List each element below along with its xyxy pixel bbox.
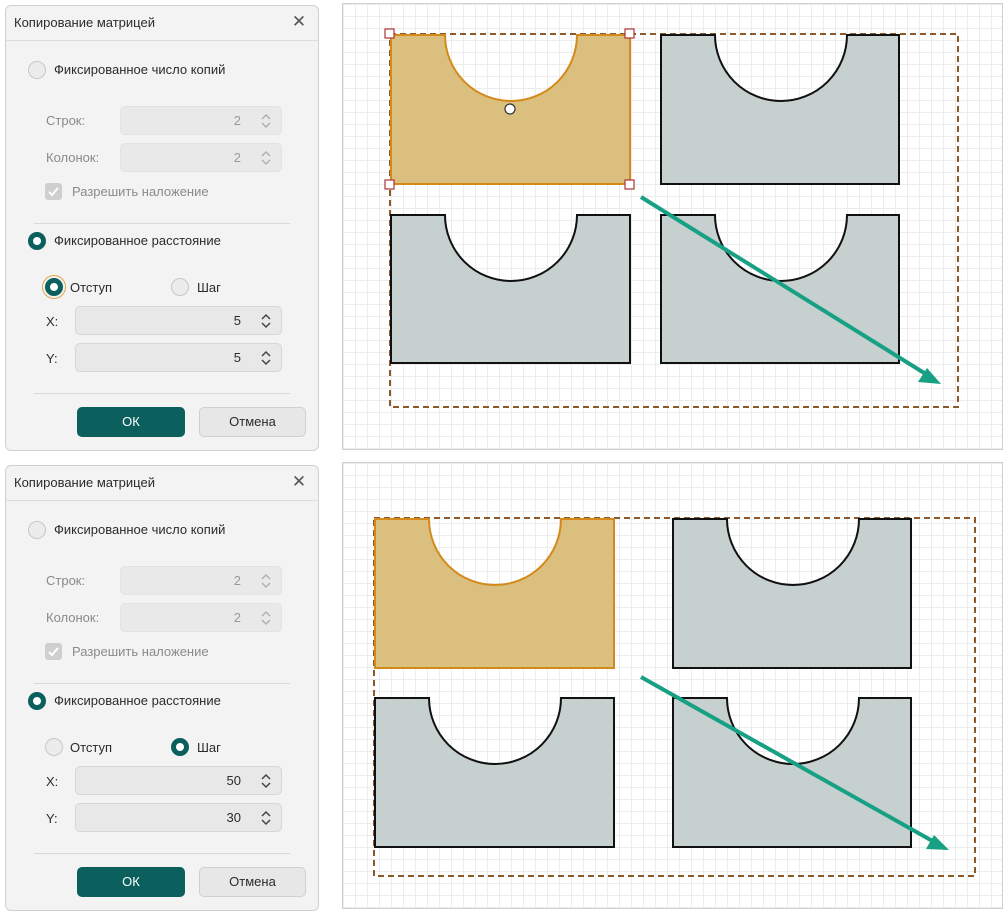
spinner-updown-icon[interactable] [259, 311, 273, 331]
separator [34, 683, 290, 684]
checkmark-icon [48, 187, 59, 197]
radio-offset[interactable] [45, 738, 63, 756]
dialog-title: Копирование матрицей [14, 15, 155, 30]
spinner-updown-icon [259, 608, 273, 628]
cancel-button[interactable]: Отмена [199, 407, 306, 437]
y-field[interactable]: 30 [75, 803, 282, 832]
selection-handle [624, 28, 635, 39]
fixed-distance-label: Фиксированное расстояние [54, 233, 221, 248]
x-value: 5 [233, 313, 241, 328]
spinner-updown-icon[interactable] [259, 808, 273, 828]
copy-shape [672, 697, 912, 848]
copy-shape [374, 697, 615, 848]
y-value: 5 [233, 350, 241, 365]
x-field[interactable]: 5 [75, 306, 282, 335]
selection-handle [384, 28, 395, 39]
cols-field: 2 [120, 603, 282, 632]
x-label: X: [46, 774, 59, 789]
allow-overlap-checkbox [45, 183, 62, 200]
rows-value: 2 [233, 113, 241, 128]
dialog-titlebar: Копирование матрицей ✕ [6, 6, 318, 41]
allow-overlap-checkbox [45, 643, 62, 660]
close-icon[interactable]: ✕ [289, 472, 309, 492]
offset-label: Отступ [70, 280, 113, 295]
rows-label: Строк: [46, 573, 86, 588]
cols-value: 2 [233, 150, 241, 165]
separator [34, 393, 290, 394]
radio-fixed-distance[interactable] [28, 692, 46, 710]
cols-label: Колонок: [46, 610, 100, 625]
matrix-copy-dialog-step: Копирование матрицей ✕ Фиксированное чис… [5, 465, 319, 911]
x-value: 50 [226, 773, 241, 788]
radio-step[interactable] [171, 278, 189, 296]
spinner-updown-icon [259, 111, 273, 131]
radio-fixed-copies[interactable] [28, 521, 46, 539]
checkmark-icon [48, 647, 59, 657]
y-label: Y: [46, 811, 58, 826]
copy-shape [660, 34, 900, 185]
y-label: Y: [46, 351, 58, 366]
rows-field: 2 [120, 106, 282, 135]
selection-handle [624, 179, 635, 190]
radio-fixed-copies[interactable] [28, 61, 46, 79]
spinner-updown-icon [259, 571, 273, 591]
matrix-copy-dialog-offset: Копирование матрицей ✕ Фиксированное чис… [5, 5, 319, 451]
dialog-title: Копирование матрицей [14, 475, 155, 490]
offset-label: Отступ [70, 740, 113, 755]
drawing-canvas-offset[interactable] [342, 3, 1003, 450]
x-field[interactable]: 50 [75, 766, 282, 795]
ok-button[interactable]: ОК [77, 407, 185, 437]
cols-field: 2 [120, 143, 282, 172]
copy-shape [390, 214, 631, 364]
rotation-handle [504, 103, 516, 115]
cols-label: Колонок: [46, 150, 100, 165]
radio-fixed-distance[interactable] [28, 232, 46, 250]
radio-step[interactable] [171, 738, 189, 756]
separator [34, 223, 290, 224]
separator [34, 853, 290, 854]
dialog-titlebar: Копирование матрицей ✕ [6, 466, 318, 501]
y-field[interactable]: 5 [75, 343, 282, 372]
selected-shape [374, 518, 615, 669]
y-value: 30 [226, 810, 241, 825]
fixed-copies-label: Фиксированное число копий [54, 522, 226, 537]
cancel-button[interactable]: Отмена [199, 867, 306, 897]
rows-field: 2 [120, 566, 282, 595]
copy-shape [672, 518, 912, 669]
selection-handle [384, 179, 395, 190]
copy-shape [660, 214, 900, 364]
cols-value: 2 [233, 610, 241, 625]
drawing-canvas-step[interactable] [342, 462, 1003, 909]
rows-value: 2 [233, 573, 241, 588]
radio-offset[interactable] [45, 278, 63, 296]
spinner-updown-icon[interactable] [259, 771, 273, 791]
rows-label: Строк: [46, 113, 86, 128]
close-icon[interactable]: ✕ [289, 12, 309, 32]
ok-button[interactable]: ОК [77, 867, 185, 897]
step-label: Шаг [197, 280, 221, 295]
allow-overlap-label: Разрешить наложение [72, 184, 209, 199]
spinner-updown-icon[interactable] [259, 348, 273, 368]
allow-overlap-label: Разрешить наложение [72, 644, 209, 659]
step-label: Шаг [197, 740, 221, 755]
x-label: X: [46, 314, 59, 329]
spinner-updown-icon [259, 148, 273, 168]
fixed-copies-label: Фиксированное число копий [54, 62, 226, 77]
fixed-distance-label: Фиксированное расстояние [54, 693, 221, 708]
